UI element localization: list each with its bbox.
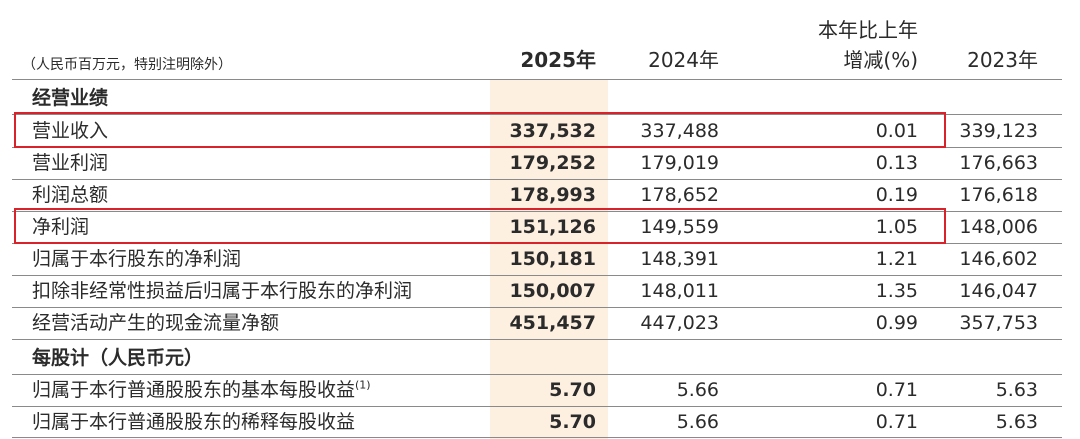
value-2025: 178,993 — [509, 184, 596, 206]
value-change: 0.71 — [875, 379, 918, 401]
value-2024: 447,023 — [640, 312, 719, 334]
value-2023: 146,602 — [959, 248, 1038, 270]
value-change: 1.21 — [875, 248, 918, 270]
section-title: 经营业绩 — [32, 87, 109, 109]
value-2025: 150,007 — [509, 280, 596, 302]
value-2024: 179,019 — [640, 152, 719, 174]
value-2023: 357,753 — [959, 312, 1038, 334]
value-2025: 451,457 — [509, 312, 596, 334]
value-2024: 5.66 — [676, 411, 719, 433]
highlight-box-revenue — [14, 112, 946, 148]
header-2024: 2024年 — [648, 48, 719, 72]
value-2024: 5.66 — [676, 379, 719, 401]
table-row: 归属于本行普通股股东的基本每股收益(1) 5.70 5.66 0.71 5.63 — [0, 374, 1080, 406]
table-row: 营业利润 179,252 179,019 0.13 176,663 — [0, 147, 1080, 179]
table-row: 归属于本行股东的净利润 150,181 148,391 1.21 146,602 — [0, 243, 1080, 275]
value-2023: 176,663 — [959, 152, 1038, 174]
table-row: 扣除非经常性损益后归属于本行股东的净利润 150,007 148,011 1.3… — [0, 275, 1080, 307]
value-2023: 176,618 — [959, 184, 1038, 206]
value-2024: 178,652 — [640, 184, 719, 206]
value-2025: 179,252 — [509, 152, 596, 174]
value-change: 0.99 — [875, 312, 918, 334]
value-2024: 148,011 — [640, 280, 719, 302]
row-label: 归属于本行普通股股东的稀释每股收益 — [32, 411, 356, 433]
value-2023: 5.63 — [995, 411, 1038, 433]
section-title: 每股计（人民币元） — [32, 347, 204, 369]
table-row: 经营活动产生的现金流量净额 451,457 447,023 0.99 357,7… — [0, 307, 1080, 339]
header-change-line2: 增减(%) — [843, 48, 918, 72]
header-2023: 2023年 — [967, 48, 1038, 72]
value-change: 0.71 — [875, 411, 918, 433]
table-row: 归属于本行普通股股东的稀释每股收益 5.70 5.66 0.71 5.63 — [0, 406, 1080, 438]
value-change: 1.35 — [875, 280, 918, 302]
value-change: 0.13 — [875, 152, 918, 174]
value-2023: 148,006 — [959, 216, 1038, 238]
row-label: 归属于本行普通股股东的基本每股收益(1) — [32, 374, 371, 406]
table-row: 利润总额 178,993 178,652 0.19 176,618 — [0, 179, 1080, 211]
row-label: 营业利润 — [32, 152, 109, 174]
row-label-text: 归属于本行普通股股东的基本每股收益 — [32, 379, 356, 401]
value-2025: 5.70 — [549, 411, 596, 433]
highlight-box-net-profit — [14, 208, 946, 244]
header-2025: 2025年 — [520, 48, 596, 72]
footnote-marker: (1) — [355, 378, 371, 392]
value-change: 0.19 — [875, 184, 918, 206]
row-label: 扣除非经常性损益后归属于本行股东的净利润 — [32, 280, 413, 302]
value-2025: 5.70 — [549, 379, 596, 401]
value-2024: 148,391 — [640, 248, 719, 270]
header-change-line1: 本年比上年 — [818, 18, 918, 42]
header-rule — [12, 79, 1062, 80]
value-2023: 146,047 — [959, 280, 1038, 302]
row-label: 经营活动产生的现金流量净额 — [32, 312, 280, 334]
value-2025: 150,181 — [509, 248, 596, 270]
value-2023: 339,123 — [959, 120, 1038, 142]
value-2023: 5.63 — [995, 379, 1038, 401]
unit-note: （人民币百万元，特别注明除外） — [22, 57, 232, 73]
section-rule — [12, 339, 1062, 340]
row-label: 利润总额 — [32, 184, 109, 206]
section-title-row: 每股计（人民币元） — [0, 342, 1080, 374]
section-title-row: 经营业绩 — [0, 82, 1080, 114]
row-label: 归属于本行股东的净利润 — [32, 248, 242, 270]
